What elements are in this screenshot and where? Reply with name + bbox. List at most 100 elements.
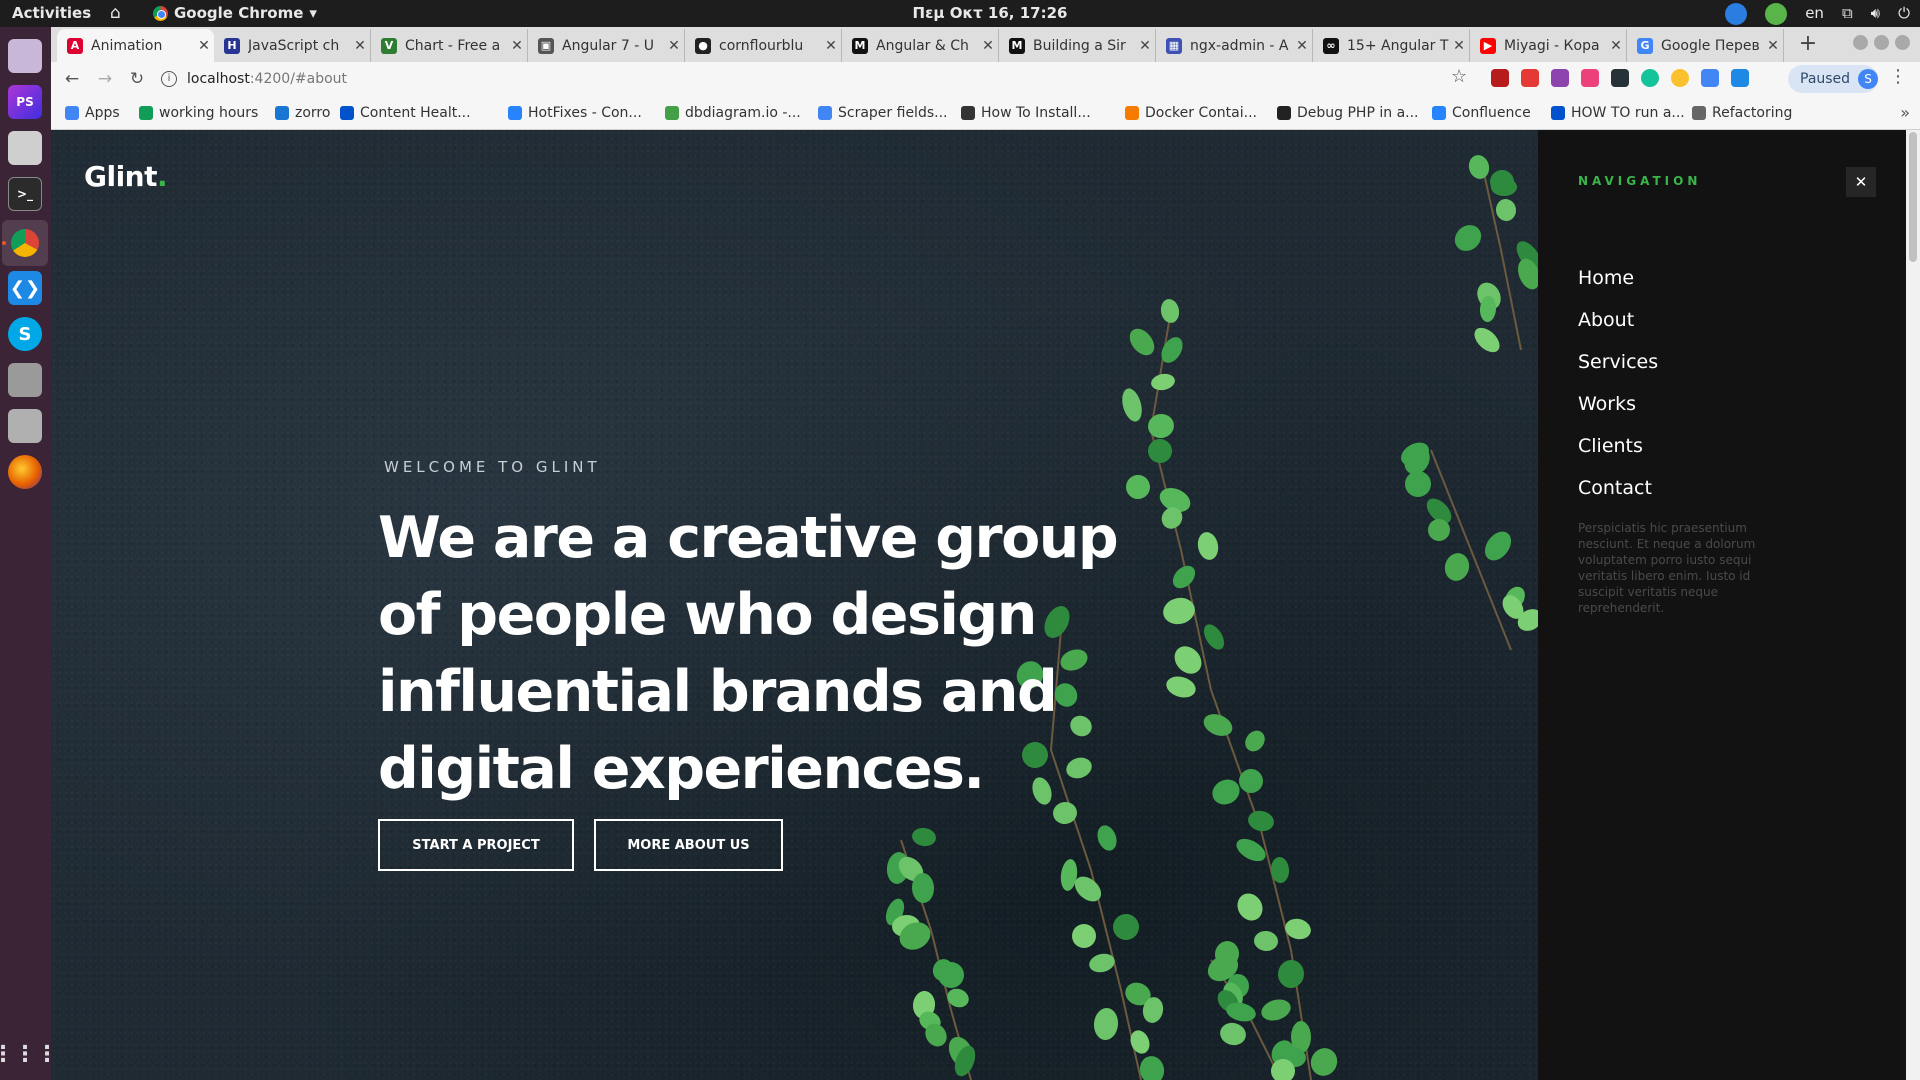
tab[interactable]: V Chart - Free a ✕	[371, 29, 528, 62]
more-about-us-button[interactable]: MORE ABOUT US	[594, 819, 783, 871]
more-bookmarks-icon[interactable]: »	[1900, 96, 1910, 130]
tab[interactable]: H JavaScript ch ✕	[214, 29, 371, 62]
volume-icon[interactable]: 🔊︎	[1871, 0, 1880, 27]
maximize-icon[interactable]	[1874, 35, 1889, 50]
tab-close-icon[interactable]: ✕	[664, 38, 684, 54]
tab-close-icon[interactable]: ✕	[1292, 38, 1312, 54]
notion-icon[interactable]	[1611, 69, 1629, 87]
tab-title: Building a Sir	[1033, 37, 1126, 54]
tab-close-icon[interactable]: ✕	[350, 38, 370, 54]
back-icon[interactable]: ←	[59, 66, 85, 92]
bookmark-item[interactable]: Docker Contai...	[1125, 96, 1257, 130]
tab[interactable]: M Building a Sir ✕	[999, 29, 1156, 62]
bookmark-item[interactable]: Debug PHP in a...	[1277, 96, 1419, 130]
phpstorm-icon[interactable]: PS	[8, 85, 42, 119]
profile-button[interactable]: Paused S	[1788, 65, 1878, 93]
system-top-bar: Activities ⌂ Google Chrome ▾ Πεμ Οκτ 16,…	[0, 0, 1920, 27]
files-app-icon[interactable]	[8, 39, 42, 73]
file-manager-icon[interactable]	[8, 131, 42, 165]
site-info-icon[interactable]: i	[161, 71, 177, 87]
bookmark-item[interactable]: Scraper fields...	[818, 96, 947, 130]
firefox-icon[interactable]	[8, 455, 42, 489]
bookmark-favicon-icon	[139, 106, 153, 120]
extension-icon[interactable]	[1671, 69, 1689, 87]
bookmark-item[interactable]: Refactoring	[1692, 96, 1792, 130]
tab[interactable]: ▣ Angular 7 - U ✕	[528, 29, 685, 62]
printer-icon[interactable]	[8, 409, 42, 443]
tab-favicon-icon: ▦	[1166, 37, 1182, 54]
tab[interactable]: ∞ 15+ Angular T ✕	[1313, 29, 1470, 62]
chrome-dock-icon[interactable]	[2, 220, 48, 266]
site-logo[interactable]: Glint.	[84, 160, 168, 193]
tab-close-icon[interactable]: ✕	[1763, 38, 1783, 54]
tab-close-icon[interactable]: ✕	[507, 38, 527, 54]
bookmark-item[interactable]: HotFixes - Con...	[508, 96, 642, 130]
bookmark-item[interactable]: Content Healt...	[340, 96, 471, 130]
close-window-icon[interactable]	[1895, 35, 1910, 50]
close-menu-button[interactable]: ✕	[1846, 167, 1876, 197]
bookmark-label: How To Install...	[981, 105, 1091, 121]
new-tab-button[interactable]: +	[1793, 29, 1823, 59]
bookmark-item[interactable]: dbdiagram.io -...	[665, 96, 801, 130]
avatar: S	[1858, 69, 1878, 89]
forward-icon[interactable]: →	[92, 66, 118, 92]
extension-icon[interactable]	[1731, 69, 1749, 87]
bookmark-label: HotFixes - Con...	[528, 105, 642, 121]
tab[interactable]: G Google Перев ✕	[1627, 29, 1784, 62]
nav-item-about[interactable]: About	[1578, 309, 1634, 331]
bookmark-item[interactable]: HOW TO run a...	[1551, 96, 1685, 130]
teamviewer-icon[interactable]	[1725, 2, 1748, 25]
nav-item-clients[interactable]: Clients	[1578, 435, 1643, 457]
tab-favicon-icon: ●	[695, 37, 711, 54]
tab-close-icon[interactable]: ✕	[194, 38, 214, 54]
tab-title: ngx-admin - A	[1190, 37, 1289, 54]
extension-icon[interactable]	[1521, 69, 1539, 87]
nav-item-home[interactable]: Home	[1578, 267, 1634, 289]
power-icon[interactable]: ⏻	[1898, 0, 1910, 27]
tab[interactable]: ▦ ngx-admin - A ✕	[1156, 29, 1313, 62]
grammarly-icon[interactable]	[1641, 69, 1659, 87]
hero-headline: We are a creative group of people who de…	[378, 505, 1119, 802]
tab[interactable]: A Animation ✕	[57, 29, 214, 62]
vscode-icon[interactable]: ❮❯	[8, 271, 42, 305]
tab[interactable]: ▶ Miyagi - Кора ✕	[1470, 29, 1627, 62]
terminal-icon[interactable]: >_	[8, 177, 42, 211]
tab-close-icon[interactable]: ✕	[1135, 38, 1155, 54]
tab-close-icon[interactable]: ✕	[1606, 38, 1626, 54]
network-icon[interactable]: ⧉	[1842, 0, 1853, 27]
page-scrollbar[interactable]	[1906, 130, 1920, 1080]
nav-item-contact[interactable]: Contact	[1578, 477, 1652, 499]
app-grid-icon[interactable]: ⋮⋮⋮	[0, 1037, 58, 1071]
tab-close-icon[interactable]: ✕	[1449, 38, 1469, 54]
bookmark-label: Docker Contai...	[1145, 105, 1257, 121]
address-bar[interactable]: i localhost:4200/#about	[161, 66, 1451, 92]
tab-title: Chart - Free a	[405, 37, 501, 54]
tab-close-icon[interactable]: ✕	[978, 38, 998, 54]
ublock-icon[interactable]	[1491, 69, 1509, 87]
skype-icon[interactable]: S	[8, 317, 42, 351]
start-project-button[interactable]: START A PROJECT	[378, 819, 574, 871]
color-picker-icon[interactable]	[1551, 69, 1569, 87]
bookmark-item[interactable]: Confluence	[1432, 96, 1531, 130]
image-viewer-icon[interactable]	[8, 363, 42, 397]
chrome-menu-icon[interactable]: ⋮	[1889, 66, 1907, 87]
tab[interactable]: ● cornflourblu ✕	[685, 29, 842, 62]
translate-icon[interactable]	[1701, 69, 1719, 87]
scrollbar-thumb[interactable]	[1909, 132, 1917, 262]
clock[interactable]: Πεμ Οκτ 16, 17:26	[0, 0, 1920, 27]
tab-close-icon[interactable]: ✕	[821, 38, 841, 54]
language-indicator[interactable]: en	[1805, 0, 1824, 27]
extension-icon[interactable]	[1581, 69, 1599, 87]
nav-item-works[interactable]: Works	[1578, 393, 1636, 415]
bookmark-item[interactable]: How To Install...	[961, 96, 1091, 130]
tab[interactable]: M Angular & Ch ✕	[842, 29, 999, 62]
minimize-icon[interactable]	[1853, 35, 1868, 50]
bookmark-star-icon[interactable]: ☆	[1451, 66, 1467, 87]
bookmark-item[interactable]: working hours	[139, 96, 258, 130]
reload-icon[interactable]: ↻	[124, 66, 150, 92]
bookmark-favicon-icon	[65, 106, 79, 120]
nav-item-services[interactable]: Services	[1578, 351, 1658, 373]
bookmark-item[interactable]: Apps	[65, 96, 120, 130]
bookmark-item[interactable]: zorro	[275, 96, 330, 130]
update-icon[interactable]	[1765, 2, 1788, 25]
